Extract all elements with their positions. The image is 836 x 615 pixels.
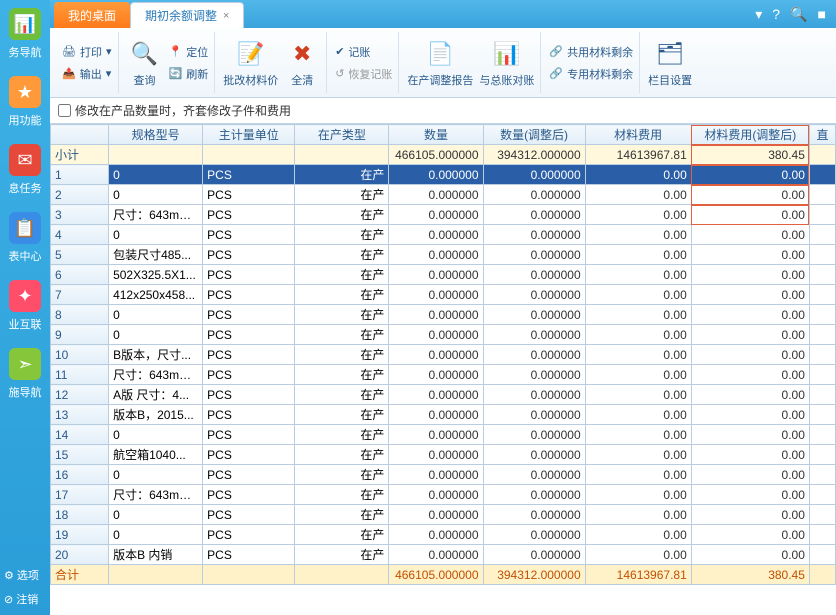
table-row[interactable]: 140PCS在产 0.0000000.000000 0.000.00 xyxy=(51,425,836,445)
clear-button[interactable]: ✖全清 xyxy=(284,38,320,88)
table-row[interactable]: 17尺寸：643mm...PCS在产 0.0000000.000000 0.00… xyxy=(51,485,836,505)
column-header[interactable]: 主计量单位 xyxy=(203,125,295,145)
table-row[interactable]: 90PCS在产 0.0000000.000000 0.000.00 xyxy=(51,325,836,345)
close-icon[interactable]: × xyxy=(223,10,229,22)
help-icon[interactable]: ? xyxy=(772,6,780,22)
nav-item[interactable]: ✦ 业互联 xyxy=(0,272,50,340)
print-button[interactable]: 🖨 打印 ▾ xyxy=(62,44,112,60)
nav-label: 业互联 xyxy=(9,316,42,332)
post-button[interactable]: ✔ 记账 xyxy=(335,44,392,60)
nav-icon: ★ xyxy=(9,76,41,108)
shared-material-button[interactable]: 🔗 共用材料剩余 xyxy=(549,44,633,60)
export-button[interactable]: 📤 输出 ▾ xyxy=(62,66,112,82)
undo-post-button[interactable]: ↺ 恢复记账 xyxy=(335,66,392,82)
table-row[interactable]: 7412x250x458...PCS在产 0.0000000.000000 0.… xyxy=(51,285,836,305)
subtotal-row: 小计 466105.000000394312.000000 14613967.8… xyxy=(51,145,836,165)
nav-label: 表中心 xyxy=(9,248,42,264)
edit-icon: 📝 xyxy=(235,38,267,70)
nav-item[interactable]: ➣ 施导航 xyxy=(0,340,50,408)
nav-icon: 📊 xyxy=(9,8,41,40)
tab-desktop[interactable]: 我的桌面 xyxy=(54,2,130,28)
checkbox-label: 修改在产品数量时，齐套修改子件和费用 xyxy=(75,102,291,119)
nav-icon: ⊘ xyxy=(4,593,13,606)
nav-label: 施导航 xyxy=(9,384,42,400)
column-header[interactable]: 直 xyxy=(809,125,835,145)
query-button[interactable]: 🔍查询 xyxy=(127,38,163,88)
table-row[interactable]: 160PCS在产 0.0000000.000000 0.000.00 xyxy=(51,465,836,485)
locate-button[interactable]: 📍 定位 xyxy=(169,44,209,60)
nav-bottom-link[interactable]: ⊘注销 xyxy=(0,587,50,611)
total-row: 合计 466105.000000394312.000000 14613967.8… xyxy=(51,565,836,585)
table-row[interactable]: 20PCS在产 0.0000000.000000 0.000.00 xyxy=(51,185,836,205)
nav-bottom-link[interactable]: ⚙选项 xyxy=(0,563,50,587)
settings-icon: 🗂 xyxy=(654,38,686,70)
column-settings-button[interactable]: 🗂栏目设置 xyxy=(648,38,692,88)
refresh-button[interactable]: 🔄 刷新 xyxy=(169,66,209,82)
nav-icon: ✦ xyxy=(9,280,41,312)
table-row[interactable]: 180PCS在产 0.0000000.000000 0.000.00 xyxy=(51,505,836,525)
nav-label: 用功能 xyxy=(9,112,42,128)
wip-report-button[interactable]: 📄在产调整报告 xyxy=(407,38,473,88)
column-header[interactable]: 材料费用 xyxy=(585,125,691,145)
nav-item[interactable]: 📊 务导航 xyxy=(0,0,50,68)
nav-icon: ⚙ xyxy=(4,569,14,582)
data-grid[interactable]: 规格型号主计量单位在产类型数量数量(调整后)材料费用材料费用(调整后)直 小计 … xyxy=(50,124,836,585)
nav-label: 务导航 xyxy=(9,44,42,60)
sync-children-checkbox[interactable] xyxy=(58,104,71,117)
column-header[interactable]: 材料费用(调整后) xyxy=(691,125,809,145)
window-icon[interactable]: ■ xyxy=(818,6,826,22)
search-icon[interactable]: 🔍 xyxy=(790,6,807,23)
ledger-icon: 📊 xyxy=(491,38,523,70)
left-nav: 📊 务导航 ★ 用功能 ✉ 息任务 📋 表中心 ✦ 业互联 ➣ 施导航 ⚙选项⊘… xyxy=(0,0,50,615)
nav-icon: ✉ xyxy=(9,144,41,176)
tab-balance-adjust[interactable]: 期初余额调整× xyxy=(130,2,244,28)
table-row[interactable]: 5包装尺寸485...PCS在产 0.0000000.000000 0.000.… xyxy=(51,245,836,265)
table-row[interactable]: 11尺寸：643mm...PCS在产 0.0000000.000000 0.00… xyxy=(51,365,836,385)
clear-icon: ✖ xyxy=(286,38,318,70)
table-row[interactable]: 190PCS在产 0.0000000.000000 0.000.00 xyxy=(51,525,836,545)
option-row: 修改在产品数量时，齐套修改子件和费用 xyxy=(50,98,836,124)
nav-item[interactable]: ★ 用功能 xyxy=(0,68,50,136)
column-header[interactable] xyxy=(51,125,109,145)
nav-label: 息任务 xyxy=(9,180,42,196)
column-header[interactable]: 在产类型 xyxy=(295,125,389,145)
table-row[interactable]: 10PCS在产 0.0000000.000000 0.000.00 xyxy=(51,165,836,185)
nav-icon: ➣ xyxy=(9,348,41,380)
report-icon: 📄 xyxy=(424,38,456,70)
batch-price-button[interactable]: 📝批改材料价 xyxy=(223,38,278,88)
tabbar: 我的桌面 期初余额调整× ▾ ? 🔍 ■ xyxy=(50,0,836,28)
table-row[interactable]: 15航空箱1040...PCS在产 0.0000000.000000 0.000… xyxy=(51,445,836,465)
dropdown-icon[interactable]: ▾ xyxy=(755,6,762,23)
table-row[interactable]: 80PCS在产 0.0000000.000000 0.000.00 xyxy=(51,305,836,325)
ribbon: 🖨 打印 ▾ 📤 输出 ▾ 🔍查询 📍 定位 🔄 刷新 📝批改材料价 ✖全清 ✔… xyxy=(50,28,836,98)
column-header[interactable]: 规格型号 xyxy=(109,125,203,145)
special-material-button[interactable]: 🔗 专用材料剩余 xyxy=(549,66,633,82)
table-row[interactable]: 10B版本，尺寸...PCS在产 0.0000000.000000 0.000.… xyxy=(51,345,836,365)
nav-icon: 📋 xyxy=(9,212,41,244)
table-row[interactable]: 3尺寸：643mm...PCS在产 0.0000000.000000 0.000… xyxy=(51,205,836,225)
column-header[interactable]: 数量 xyxy=(389,125,483,145)
table-row[interactable]: 13版本B，2015...PCS在产 0.0000000.000000 0.00… xyxy=(51,405,836,425)
table-row[interactable]: 40PCS在产 0.0000000.000000 0.000.00 xyxy=(51,225,836,245)
column-header[interactable]: 数量(调整后) xyxy=(483,125,585,145)
nav-item[interactable]: ✉ 息任务 xyxy=(0,136,50,204)
magnifier-icon: 🔍 xyxy=(129,38,161,70)
table-row[interactable]: 6502X325.5X1...PCS在产 0.0000000.000000 0.… xyxy=(51,265,836,285)
nav-item[interactable]: 📋 表中心 xyxy=(0,204,50,272)
gl-reconcile-button[interactable]: 📊与总账对账 xyxy=(479,38,534,88)
table-row[interactable]: 20版本B 内销PCS在产 0.0000000.000000 0.000.00 xyxy=(51,545,836,565)
table-row[interactable]: 12A版 尺寸：4...PCS在产 0.0000000.000000 0.000… xyxy=(51,385,836,405)
